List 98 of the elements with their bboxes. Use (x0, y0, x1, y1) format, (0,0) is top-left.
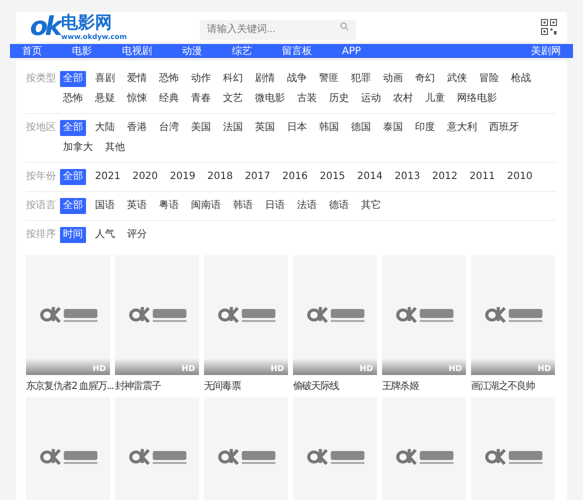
quality-label: HD (448, 364, 462, 373)
filter-option[interactable]: 经典 (156, 91, 182, 107)
filter-option[interactable]: 加拿大 (60, 140, 96, 156)
filter-option[interactable]: 德国 (348, 120, 374, 136)
filter-option[interactable]: 悬疑 (92, 91, 118, 107)
filter-option[interactable]: 意大利 (444, 120, 480, 136)
nav-link[interactable]: 美剧网 (531, 44, 561, 58)
filter-option[interactable]: 2021 (92, 169, 124, 185)
filter-option[interactable]: 日语 (262, 198, 288, 214)
poster-title[interactable]: 封神雷震子 (115, 379, 161, 393)
nav-link[interactable]: 电视剧 (122, 44, 152, 58)
filter-label: 按排序 (26, 228, 57, 242)
filter-option[interactable]: 印度 (412, 120, 438, 136)
filter-option[interactable]: 香港 (124, 120, 150, 136)
filter-option[interactable]: 大陆 (92, 120, 118, 136)
filter-option[interactable]: 惊悚 (124, 91, 150, 107)
filter-option[interactable]: 闽南语 (188, 198, 224, 214)
filter-option[interactable]: 2018 (204, 169, 236, 185)
filter-option[interactable]: 英国 (252, 120, 278, 136)
filter-option[interactable]: 青春 (188, 91, 214, 107)
qr-code-icon[interactable] (541, 19, 557, 35)
filter-option[interactable]: 枪战 (508, 71, 534, 87)
filter-option[interactable]: 奇幻 (412, 71, 438, 87)
filter-option[interactable]: 农村 (390, 91, 416, 107)
poster-title[interactable]: 画江湖之不良帅 (471, 379, 535, 393)
quality-label: HD (270, 364, 284, 373)
filter-option[interactable]: 英语 (124, 198, 150, 214)
nav-link[interactable]: APP (342, 46, 361, 56)
filter-option[interactable]: 2015 (316, 169, 348, 185)
filter-option[interactable]: 剧情 (252, 71, 278, 87)
filter-option[interactable]: 动画 (380, 71, 406, 87)
filter-option[interactable]: 2019 (166, 169, 198, 185)
filter-option[interactable]: 2020 (129, 169, 161, 185)
filter-option[interactable]: 科幻 (220, 71, 246, 87)
filter-label: 按地区 (26, 120, 57, 135)
filter-option[interactable]: 2013 (392, 169, 424, 185)
poster-title[interactable]: 偷破天际线 (293, 379, 339, 393)
quality-label: HD (360, 364, 373, 373)
nav-link[interactable]: 综艺 (232, 44, 252, 58)
nav-link[interactable]: 动漫 (182, 44, 202, 58)
filter-option[interactable]: 粤语 (156, 198, 182, 214)
poster-title[interactable]: 王牌杀姬 (382, 379, 418, 393)
logo-name: 电影网 (61, 14, 114, 32)
filter-option[interactable]: 韩语 (230, 198, 256, 214)
filter-option[interactable]: 泰国 (380, 120, 406, 136)
filter-option[interactable]: 其它 (358, 198, 384, 214)
poster-title[interactable]: 无间毒票 (204, 379, 240, 393)
filter-option[interactable]: 韩国 (316, 120, 342, 136)
filter-option[interactable]: 网络电影 (454, 91, 500, 107)
logo-mark: ok (30, 12, 60, 42)
filter-option[interactable]: 2010 (504, 169, 536, 185)
filter-option[interactable]: 2014 (354, 169, 386, 185)
nav-link[interactable]: 电影 (72, 44, 92, 58)
filter-option[interactable]: 动作 (188, 71, 214, 87)
filter-option[interactable]: 国语 (92, 198, 118, 214)
filter-option[interactable]: 西班牙 (486, 120, 522, 136)
filter-option[interactable]: 武侠 (444, 71, 470, 87)
filter-option[interactable]: 文艺 (220, 91, 246, 107)
filter-option[interactable]: 古装 (294, 91, 320, 107)
filter-option[interactable]: 儿童 (422, 91, 448, 107)
filter-option[interactable]: 台湾 (156, 120, 182, 136)
filter-option[interactable]: 法语 (294, 198, 320, 214)
quality-label: HD (538, 364, 551, 373)
filter-option[interactable]: 运动 (358, 91, 384, 107)
quality-label: HD (182, 364, 195, 373)
filter-option[interactable]: 2016 (279, 169, 311, 185)
filter-option[interactable]: 喜剧 (92, 71, 118, 87)
filter-option[interactable]: 全部 (60, 120, 86, 136)
filter-option[interactable]: 爱情 (124, 71, 150, 87)
nav-link[interactable]: 留言板 (282, 44, 312, 58)
filter-option[interactable]: 评分 (124, 227, 150, 243)
search-field[interactable]: 请输入关键词... (200, 20, 356, 40)
filter-option[interactable]: 法国 (220, 120, 246, 136)
quality-label: HD (92, 364, 106, 373)
filter-option[interactable]: 时间 (60, 227, 86, 243)
filter-option[interactable]: 恐怖 (60, 91, 86, 107)
filter-option[interactable]: 微电影 (252, 91, 288, 107)
filter-option[interactable]: 美国 (188, 120, 214, 136)
filter-option[interactable]: 警匪 (316, 71, 342, 87)
filter-option[interactable]: 日本 (284, 120, 310, 136)
filter-label: 按类型 (26, 72, 57, 86)
filter-option[interactable]: 冒险 (476, 71, 502, 87)
filter-label: 按年份 (26, 170, 57, 184)
filter-option[interactable]: 人气 (92, 227, 118, 243)
filter-label: 按语言 (26, 198, 57, 213)
filter-option[interactable]: 全部 (60, 169, 86, 185)
filter-option[interactable]: 全部 (60, 71, 86, 87)
filter-option[interactable]: 2011 (466, 169, 498, 185)
filter-option[interactable]: 其他 (102, 140, 128, 156)
filter-option[interactable]: 犯罪 (348, 71, 374, 87)
filter-option[interactable]: 全部 (60, 198, 86, 214)
filter-option[interactable]: 战争 (284, 71, 310, 87)
filter-option[interactable]: 2012 (429, 169, 461, 185)
filter-option[interactable]: 德语 (326, 198, 352, 214)
filter-option[interactable]: 恐怖 (156, 71, 182, 87)
filter-option[interactable]: 2017 (242, 169, 274, 185)
filter-option[interactable]: 历史 (326, 91, 352, 107)
nav-link[interactable]: 首页 (22, 44, 42, 58)
